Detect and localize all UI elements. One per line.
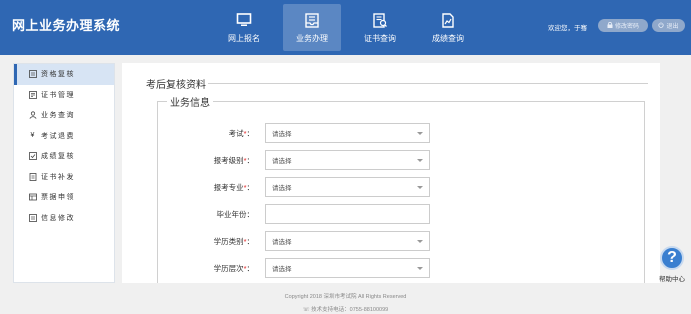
select-value: 请选择 [272,158,292,165]
sidebar-item-certificate-management[interactable]: 证书管理 [14,85,114,106]
sidebar-item-label: 证书管理 [41,91,75,99]
field-label-text: 学历层次 [213,264,244,273]
nav-item-business-handling[interactable]: 业务办理 [283,4,341,51]
sidebar-item-label: 成绩复核 [41,153,75,161]
reissue-icon [28,172,37,181]
question-icon: ? [660,246,684,270]
chevron-down-icon [417,267,423,270]
sidebar-item-score-review[interactable]: 成绩复核 [14,146,114,167]
nav-label: 网上报名 [228,34,260,43]
required-mark: * [243,264,247,273]
select-value: 请选择 [272,239,292,246]
copyright-text: Copyright 2018 深圳市考试院 All Rights Reserve… [284,294,407,300]
inbox-icon [302,11,322,29]
education-level-select[interactable]: 请选择 [265,258,430,278]
required-mark: * [243,129,247,138]
help-center-label: 帮助中心 [659,276,685,283]
nav-label: 证书查询 [364,34,396,43]
field-label-text: 考试 [228,129,244,138]
sidebar-item-label: 业务查询 [41,112,75,120]
receipt-icon [28,193,37,202]
select-value: 请选择 [272,131,292,138]
change-password-button[interactable]: 修改密码 [598,19,648,32]
yen-icon: ¥ [30,132,35,140]
field-label: 毕业年份： [216,210,255,219]
chevron-down-icon [417,159,423,162]
field-label: 学历类别*： [213,237,254,246]
form-row-exam: 考试*： 请选择 [122,123,660,143]
level-select[interactable]: 请选择 [265,150,430,170]
sidebar-item-label: 考试退费 [41,132,75,140]
field-label: 学历层次*： [213,264,254,273]
field-label: 报考专业*： [213,183,254,192]
chevron-down-icon [417,240,423,243]
certificate-icon [28,90,37,99]
form-row-level: 报考级别*： 请选择 [122,150,660,170]
sidebar-item-exam-refund[interactable]: ¥ 考试退费 [14,126,114,147]
nav-label: 业务办理 [296,34,328,43]
exam-select[interactable]: 请选择 [265,123,430,143]
footer: Copyright 2018 深圳市考试院 All Rights Reserve… [0,283,691,314]
sidebar-item-certificate-reissue[interactable]: 证书补发 [14,167,114,188]
form-row-major: 报考专业*： 请选择 [122,177,660,197]
headset-icon: ☏ [302,307,312,313]
field-label-text: 报考级别 [213,156,244,165]
exit-button[interactable]: 退出 [652,19,685,32]
top-header: 网上业务办理系统 网上报名 业务办理 证书查询 成绩查询 欢迎您，于骞 修改密码… [0,0,691,55]
form-row-graduation-year: 毕业年份： [122,204,660,224]
required-mark: * [243,237,247,246]
sidebar-item-business-query[interactable]: 业务查询 [14,105,114,126]
sidebar-item-info-modify[interactable]: 信息修改 [14,208,114,229]
nav-item-certificate-query[interactable]: 证书查询 [351,4,409,51]
section-divider [136,83,648,84]
subsection-title: 业务信息 [167,94,213,109]
field-label-text: 学历类别 [213,237,244,246]
sidebar-item-label: 信息修改 [41,214,75,222]
help-center-button[interactable]: ? 帮助中心 [657,246,687,290]
support-phone: ☏ 技术支持电话：0755-88100099 [0,305,691,313]
major-select[interactable]: 请选择 [265,177,430,197]
field-label-text: 报考专业 [213,183,244,192]
lock-icon [607,21,613,30]
business-query-icon [28,111,37,120]
change-password-label: 修改密码 [614,24,639,30]
field-label: 报考级别*： [213,156,254,165]
power-icon [658,21,665,30]
form-row-education-level: 学历层次*： 请选择 [122,258,660,278]
field-label: 考试*： [228,129,254,138]
welcome-text: 欢迎您，于骞 [548,25,587,32]
sidebar-item-receipt-application[interactable]: 票据申领 [14,187,114,208]
chevron-down-icon [417,186,423,189]
select-value: 请选择 [272,185,292,192]
nav-item-score-query[interactable]: 成绩查询 [419,4,477,51]
sidebar-item-label: 证书补发 [41,173,75,181]
monitor-icon [234,11,254,29]
field-label-text: 毕业年份 [216,210,247,219]
form-row-education-type: 学历类别*： 请选择 [122,231,660,251]
score-chart-icon [438,11,458,29]
checklist-icon [28,152,37,161]
required-mark: * [243,183,247,192]
review-icon [28,70,37,79]
nav-label: 成绩查询 [432,34,464,43]
exit-label: 退出 [666,24,679,30]
certificate-search-icon [370,11,390,29]
app-title: 网上业务办理系统 [12,18,121,33]
support-phone-text: 技术支持电话：0755-88100099 [311,307,389,313]
sidebar: 资格复核 证书管理 业务查询 ¥ 考试退费 成绩复核 证书补发 票据申领 信息修… [13,63,115,283]
graduation-year-input[interactable] [265,204,430,224]
main-panel: 考后复核资料 业务信息 考试*： 请选择 报考级别*： 请选择 报考专业*： 请… [122,63,660,291]
select-value: 请选择 [272,266,292,273]
required-mark: * [243,156,247,165]
section-title: 考后复核资料 [136,76,208,91]
edit-info-icon [28,213,37,222]
sidebar-item-label: 资格复核 [41,71,75,79]
education-type-select[interactable]: 请选择 [265,231,430,251]
main-nav: 网上报名 业务办理 证书查询 成绩查询 [215,0,487,55]
nav-item-online-registration[interactable]: 网上报名 [215,4,273,51]
sidebar-item-label: 票据申领 [41,194,75,202]
chevron-down-icon [417,132,423,135]
sidebar-item-qualification-review[interactable]: 资格复核 [14,64,114,85]
